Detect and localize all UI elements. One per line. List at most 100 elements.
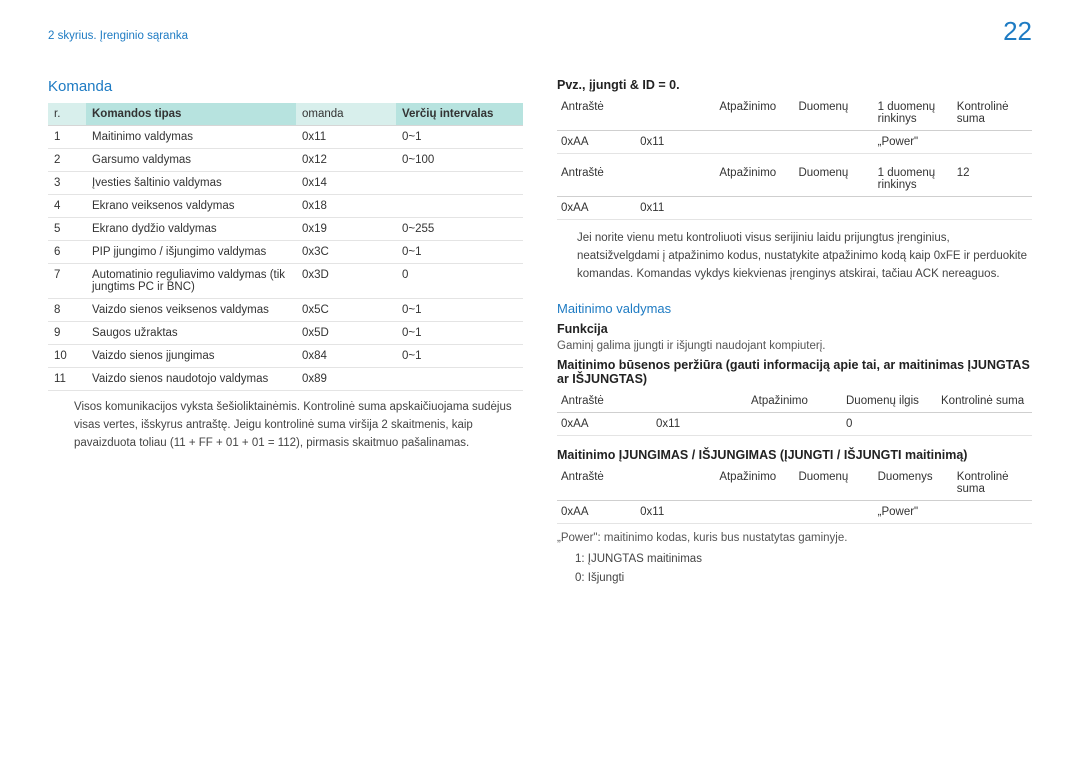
hdr-duomenys: Duomenys <box>874 466 953 501</box>
right-column: Pvz., įjungti & ID = 0. Antraštė Atpažin… <box>557 78 1032 587</box>
cell-range: 0~255 <box>396 218 523 241</box>
cell-range: 0~1 <box>396 126 523 149</box>
cell-type: PIP įjungimo / išjungimo valdymas <box>86 241 296 264</box>
page-number: 22 <box>1003 16 1032 47</box>
val-c11: 0x11 <box>636 131 715 154</box>
val-power: „Power" <box>874 501 953 524</box>
val-aa: 0xAA <box>557 413 652 436</box>
cell-nr: 9 <box>48 322 86 345</box>
val-aa: 0xAA <box>557 131 636 154</box>
cell-range <box>396 368 523 391</box>
cell-type: Saugos užraktas <box>86 322 296 345</box>
status-title: Maitinimo būsenos peržiūra (gauti inform… <box>557 358 1032 386</box>
cell-range: 0~1 <box>396 299 523 322</box>
onoff-title: Maitinimo ĮJUNGIMAS / IŠJUNGIMAS (ĮJUNGT… <box>557 448 1032 462</box>
table-row: 8Vaizdo sienos veiksenos valdymas0x5C0~1 <box>48 299 523 322</box>
hdr-rinkinys: 1 duomenų rinkinys <box>874 162 953 197</box>
val-c11: 0x11 <box>652 413 747 436</box>
cell-cmd: 0x14 <box>296 172 396 195</box>
table-row: 4Ekrano veiksenos valdymas0x18 <box>48 195 523 218</box>
cell-nr: 3 <box>48 172 86 195</box>
broadcast-note: Jei norite vienu metu kontroliuoti visus… <box>557 230 1032 283</box>
power-code-note: „Power": maitinimo kodas, kuris bus nust… <box>557 532 1032 544</box>
example-packet-2: Antraštė Atpažinimo Duomenų 1 duomenų ri… <box>557 162 1032 220</box>
hdr-atpazinimo: Atpažinimo <box>747 390 842 413</box>
cell-range: 0~100 <box>396 149 523 172</box>
val-c11: 0x11 <box>636 197 715 220</box>
cell-type: Automatinio reguliavimo valdymas (tik ju… <box>86 264 296 299</box>
hdr-atpazinimo: Atpažinimo <box>715 162 794 197</box>
col-cmd: omanda <box>296 103 396 126</box>
hdr-kontroline: Kontrolinė suma <box>953 466 1032 501</box>
cell-nr: 10 <box>48 345 86 368</box>
col-type: Komandos tipas <box>86 103 296 126</box>
cell-nr: 4 <box>48 195 86 218</box>
commands-title: Komanda <box>48 78 523 95</box>
table-row: 10Vaizdo sienos įjungimas0x840~1 <box>48 345 523 368</box>
cell-cmd: 0x3D <box>296 264 396 299</box>
hdr-duomenu: Duomenų <box>794 96 873 131</box>
cell-type: Garsumo valdymas <box>86 149 296 172</box>
val-zero: 0 <box>842 413 937 436</box>
val-c11: 0x11 <box>636 501 715 524</box>
cell-nr: 11 <box>48 368 86 391</box>
table-row: 5Ekrano dydžio valdymas0x190~255 <box>48 218 523 241</box>
col-range: Verčių intervalas <box>396 103 523 126</box>
example-packet-1: Antraštė Atpažinimo Duomenų 1 duomenų ri… <box>557 96 1032 154</box>
hdr-twelve: 12 <box>953 162 1032 197</box>
table-row: 1Maitinimo valdymas0x110~1 <box>48 126 523 149</box>
table-row: 6PIP įjungimo / išjungimo valdymas0x3C0~… <box>48 241 523 264</box>
checksum-note: Visos komunikacijos vyksta šešioliktainė… <box>48 399 523 452</box>
cell-range <box>396 195 523 218</box>
cell-range: 0~1 <box>396 241 523 264</box>
cell-cmd: 0x5D <box>296 322 396 345</box>
function-desc: Gaminį galima įjungti ir išjungti naudoj… <box>557 340 1032 352</box>
cell-type: Vaizdo sienos įjungimas <box>86 345 296 368</box>
left-column: Komanda r. Komandos tipas omanda Verčių … <box>48 78 523 587</box>
cell-cmd: 0x18 <box>296 195 396 218</box>
hdr-duomenu: Duomenų <box>794 162 873 197</box>
cell-cmd: 0x89 <box>296 368 396 391</box>
cell-type: Ekrano veiksenos valdymas <box>86 195 296 218</box>
table-row: 9Saugos užraktas0x5D0~1 <box>48 322 523 345</box>
table-row: 2Garsumo valdymas0x120~100 <box>48 149 523 172</box>
cell-cmd: 0x12 <box>296 149 396 172</box>
cell-cmd: 0x11 <box>296 126 396 149</box>
power-on-value: 1: ĮJUNGTAS maitinimas <box>557 550 1032 568</box>
breadcrumb: 2 skyrius. Įrenginio sąranka <box>48 30 188 42</box>
cell-nr: 6 <box>48 241 86 264</box>
val-aa: 0xAA <box>557 501 636 524</box>
example-title: Pvz., įjungti & ID = 0. <box>557 78 1032 92</box>
hdr-atpazinimo: Atpažinimo <box>715 466 794 501</box>
hdr-antraste: Antraštė <box>557 162 636 197</box>
table-row: 11Vaizdo sienos naudotojo valdymas0x89 <box>48 368 523 391</box>
val-aa: 0xAA <box>557 197 636 220</box>
cell-range: 0 <box>396 264 523 299</box>
hdr-atpazinimo: Atpažinimo <box>715 96 794 131</box>
cell-type: Ekrano dydžio valdymas <box>86 218 296 241</box>
cell-range: 0~1 <box>396 345 523 368</box>
hdr-kontroline: Kontrolinė suma <box>937 390 1032 413</box>
cell-nr: 8 <box>48 299 86 322</box>
commands-table: r. Komandos tipas omanda Verčių interval… <box>48 103 523 391</box>
cell-type: Vaizdo sienos veiksenos valdymas <box>86 299 296 322</box>
cell-cmd: 0x84 <box>296 345 396 368</box>
val-power: „Power" <box>874 131 953 154</box>
hdr-antraste: Antraštė <box>557 390 652 413</box>
status-packet: Antraštė Atpažinimo Duomenų ilgis Kontro… <box>557 390 1032 436</box>
table-row: 3Įvesties šaltinio valdymas0x14 <box>48 172 523 195</box>
cell-cmd: 0x3C <box>296 241 396 264</box>
power-control-title: Maitinimo valdymas <box>557 301 1032 316</box>
hdr-kontroline: Kontrolinė suma <box>953 96 1032 131</box>
cell-range: 0~1 <box>396 322 523 345</box>
cell-cmd: 0x19 <box>296 218 396 241</box>
hdr-antraste: Antraštė <box>557 96 636 131</box>
cell-nr: 2 <box>48 149 86 172</box>
cell-type: Įvesties šaltinio valdymas <box>86 172 296 195</box>
cell-cmd: 0x5C <box>296 299 396 322</box>
cell-type: Maitinimo valdymas <box>86 126 296 149</box>
cell-nr: 7 <box>48 264 86 299</box>
hdr-duomenu: Duomenų <box>794 466 873 501</box>
power-off-value: 0: Išjungti <box>557 569 1032 587</box>
function-label: Funkcija <box>557 322 1032 336</box>
